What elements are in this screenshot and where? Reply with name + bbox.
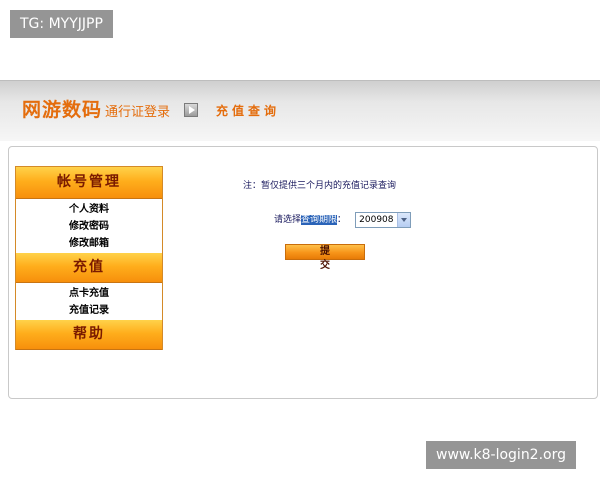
period-select-label: 请选择查询期限： [274,214,347,225]
period-select-row: 请选择查询期限： 200908 [274,209,412,228]
sidebar-section-help[interactable]: 帮助 [16,320,162,350]
sidebar-item-profile[interactable]: 个人资料 [16,201,162,218]
page-title: 充值查询 [216,104,281,118]
brand-logo-text: 网游数码 [22,99,103,121]
sidebar-item-change-email[interactable]: 修改邮箱 [16,235,162,252]
login-link[interactable]: 通行证登录 [105,101,170,120]
sidebar-item-recharge-history[interactable]: 充值记录 [16,302,162,319]
play-arrow-icon [184,103,198,117]
period-select-value: 200908 [359,214,394,225]
sidebar-group-account: 个人资料 修改密码 修改邮箱 [16,199,162,253]
period-label-highlight: 查询期限 [301,214,338,225]
sidebar-section-account[interactable]: 帐号管理 [16,167,162,199]
chevron-down-icon[interactable] [397,212,411,227]
submit-button[interactable]: 提交 [285,244,365,271]
sidebar-section-recharge[interactable]: 充值 [16,253,162,283]
sidebar: 帐号管理 个人资料 修改密码 修改邮箱 充值 点卡充值 充值记录 帮助 [15,166,163,350]
sidebar-item-card-recharge[interactable]: 点卡充值 [16,285,162,302]
watermark-top: TG: MYYJJPP [10,10,113,38]
header-banner: 网游数码 通行证登录 充值查询 [0,80,600,141]
watermark-bottom: www.k8-login2.org [426,441,577,469]
notice-text: 注：暂仅提供三个月内的充值记录查询 [243,181,397,191]
sidebar-group-recharge: 点卡充值 充值记录 [16,283,162,320]
period-select[interactable]: 200908 [355,211,412,228]
sidebar-item-change-password[interactable]: 修改密码 [16,218,162,235]
